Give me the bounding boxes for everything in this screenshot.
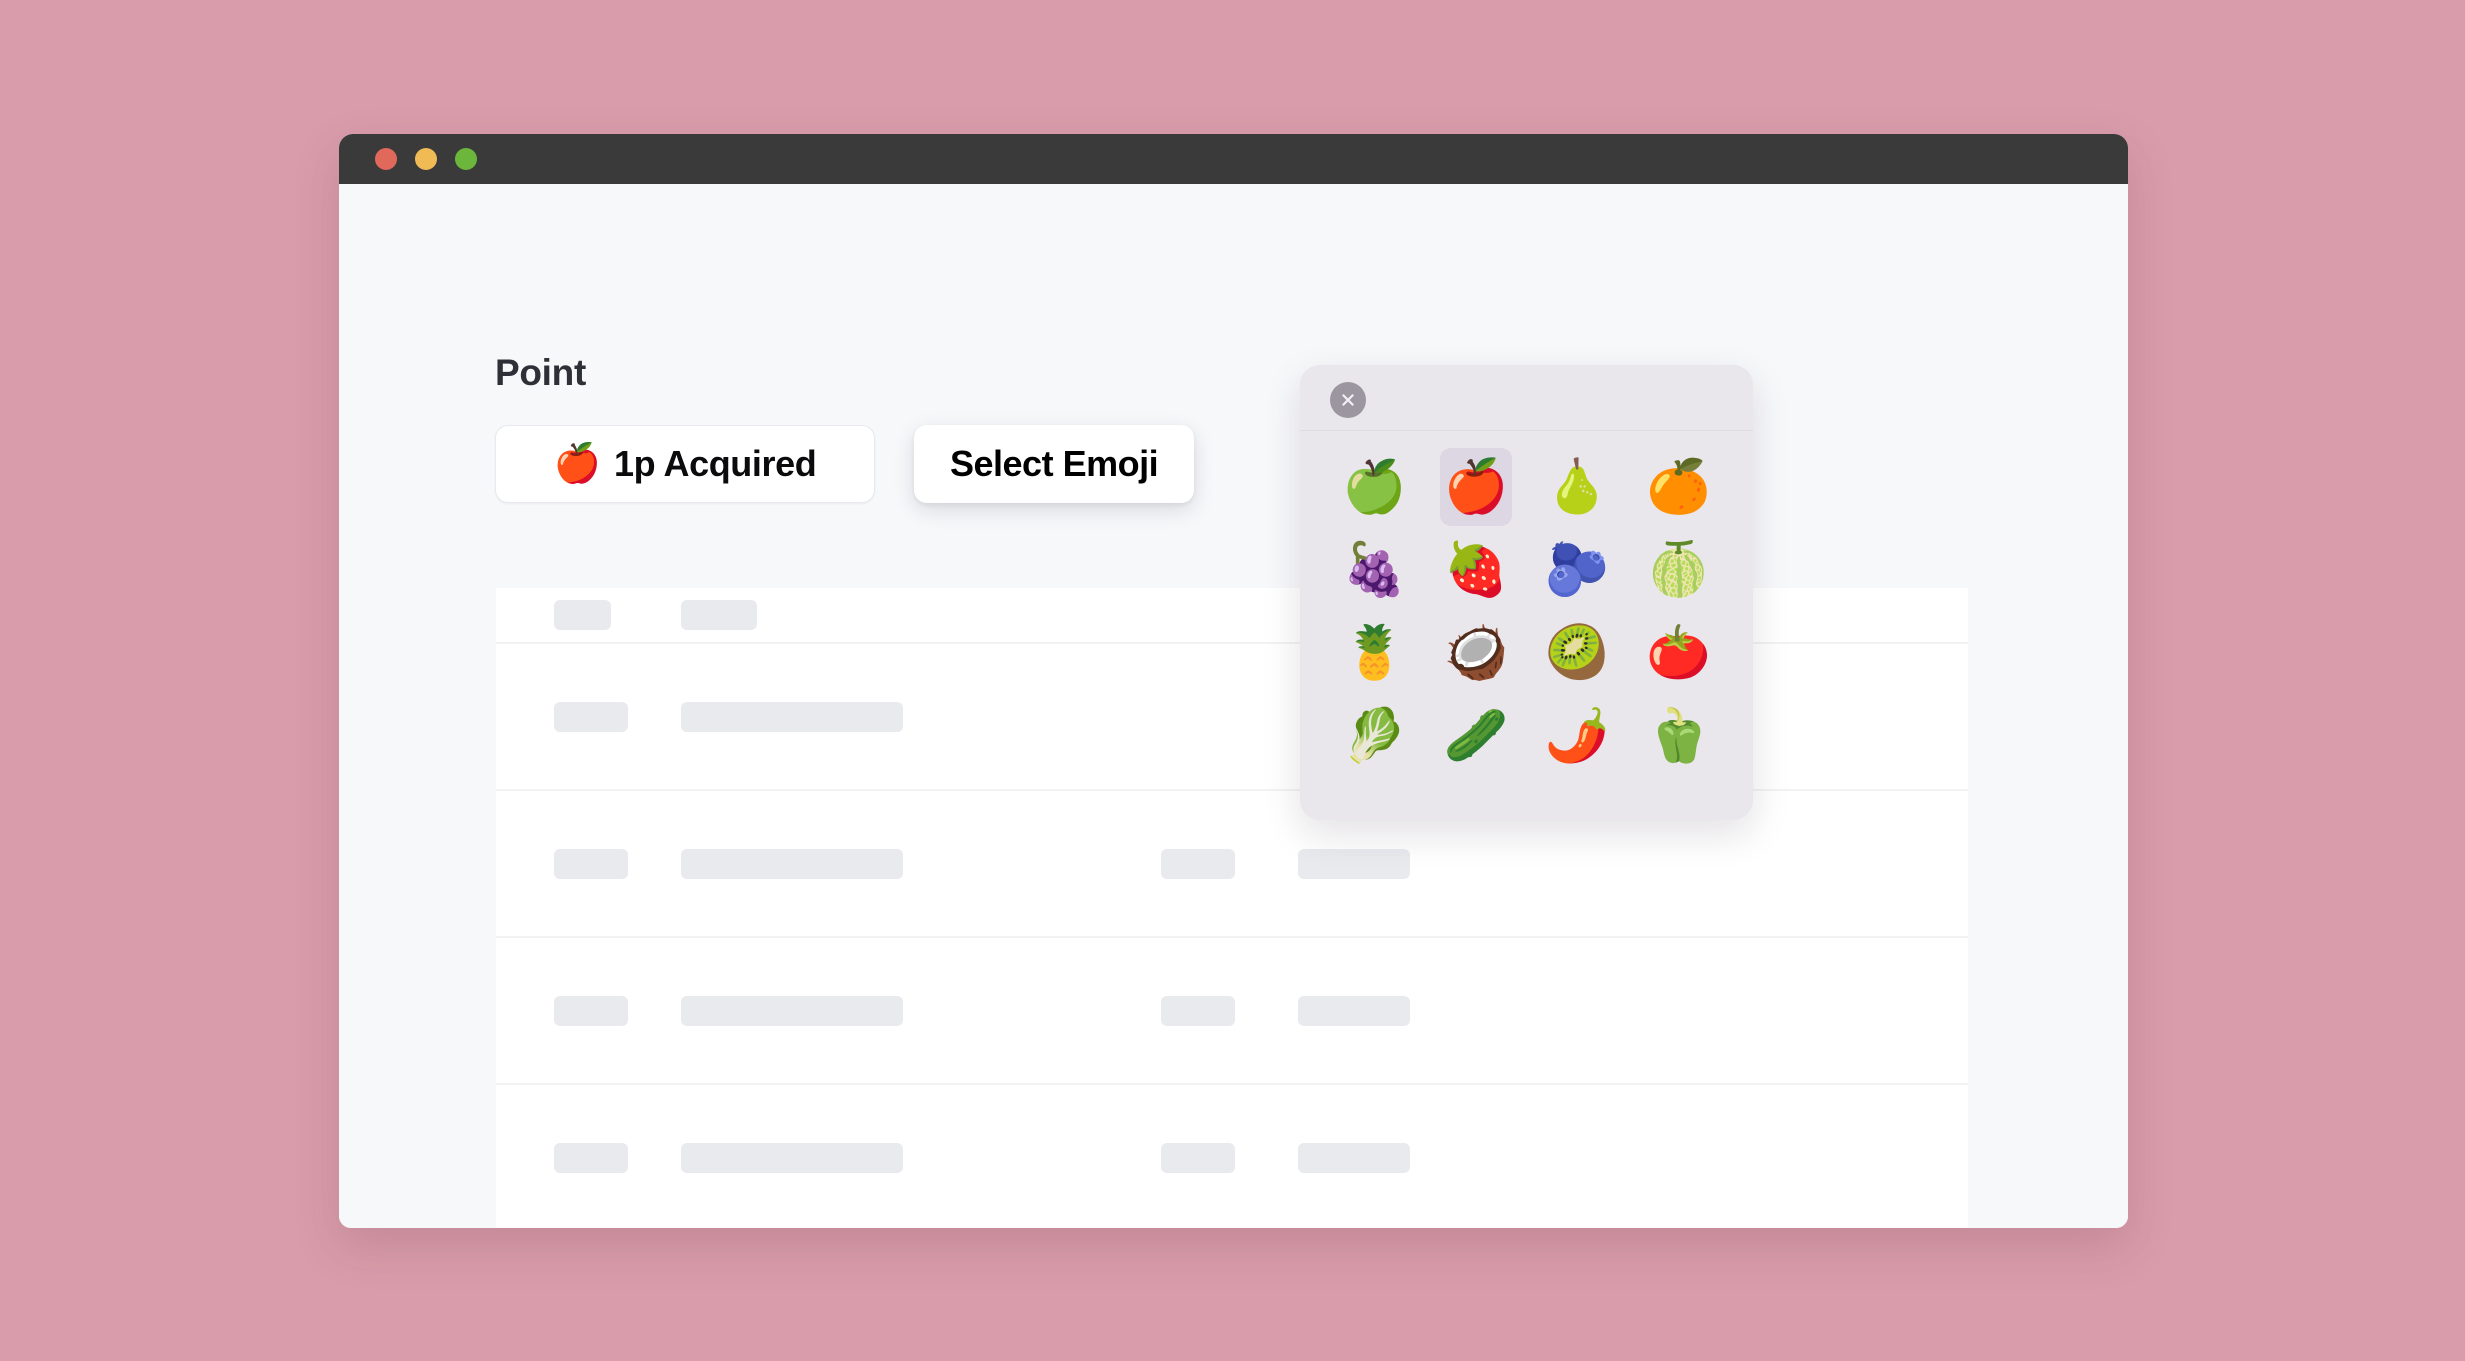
skeleton-placeholder — [681, 848, 903, 879]
table-cell — [496, 791, 681, 936]
skeleton-placeholder — [554, 701, 628, 732]
emoji-option-blueberries[interactable]: 🫐 — [1541, 531, 1613, 609]
table-cell — [681, 938, 1161, 1083]
table-cell — [681, 644, 1161, 789]
emoji-option-leafy-green[interactable]: 🥬 — [1339, 697, 1411, 775]
emoji-option-strawberry[interactable]: 🍓 — [1440, 531, 1512, 609]
point-acquired-button[interactable]: 🍎 1p Acquired — [495, 425, 875, 503]
emoji-option-tangerine[interactable]: 🍊 — [1642, 448, 1714, 526]
table-cell — [1298, 1085, 1558, 1228]
emoji-picker-header — [1300, 365, 1753, 431]
skeleton-placeholder — [681, 995, 903, 1026]
emoji-option-tomato[interactable]: 🍅 — [1642, 614, 1714, 692]
skeleton-placeholder — [554, 600, 611, 630]
table-row[interactable] — [496, 938, 1968, 1085]
red-apple-icon: 🍎 — [553, 443, 601, 485]
emoji-grid: 🍏 🍎 🍐 🍊 🍇 🍓 🫐 🍈 🍍 🥥 🥝 🍅 🥬 🥒 🌶️ 🫑 — [1300, 431, 1753, 797]
select-emoji-label: Select Emoji — [950, 443, 1159, 484]
table-cell — [681, 791, 1161, 936]
app-window: Point 🍎 1p Acquired Select Emoji 🍏 🍎 🍐 🍊… — [339, 134, 2128, 1228]
skeleton-placeholder — [681, 701, 903, 732]
emoji-option-pineapple[interactable]: 🍍 — [1339, 614, 1411, 692]
emoji-option-hot-pepper[interactable]: 🌶️ — [1541, 697, 1613, 775]
table-header-cell — [681, 588, 1161, 642]
action-row: 🍎 1p Acquired Select Emoji — [495, 425, 1195, 503]
emoji-picker-popover: 🍏 🍎 🍐 🍊 🍇 🍓 🫐 🍈 🍍 🥥 🥝 🍅 🥬 🥒 🌶️ 🫑 — [1300, 365, 1753, 820]
table-cell — [496, 644, 681, 789]
point-acquired-label: 1p Acquired — [614, 443, 817, 484]
close-icon[interactable] — [1330, 382, 1366, 418]
skeleton-placeholder — [1298, 1142, 1410, 1173]
table-header-cell — [1161, 588, 1298, 642]
emoji-option-green-apple[interactable]: 🍏 — [1339, 448, 1411, 526]
emoji-option-kiwi-fruit[interactable]: 🥝 — [1541, 614, 1613, 692]
skeleton-placeholder — [1161, 1142, 1235, 1173]
table-cell — [1161, 644, 1298, 789]
traffic-light-close-icon[interactable] — [375, 148, 397, 170]
emoji-option-red-apple[interactable]: 🍎 — [1439, 447, 1512, 526]
select-emoji-button[interactable]: Select Emoji — [914, 425, 1195, 503]
skeleton-placeholder — [1161, 995, 1235, 1026]
table-header-cell — [496, 588, 681, 642]
skeleton-placeholder — [554, 995, 628, 1026]
table-cell — [496, 1085, 681, 1228]
window-content: Point 🍎 1p Acquired Select Emoji 🍏 🍎 🍐 🍊… — [339, 184, 2128, 1228]
traffic-light-maximize-icon[interactable] — [455, 148, 477, 170]
emoji-option-coconut[interactable]: 🥥 — [1440, 614, 1512, 692]
page-title: Point — [495, 352, 586, 393]
table-row[interactable] — [496, 1085, 1968, 1228]
emoji-option-pear[interactable]: 🍐 — [1541, 448, 1613, 526]
emoji-option-melon[interactable]: 🍈 — [1642, 531, 1714, 609]
emoji-option-cucumber[interactable]: 🥒 — [1440, 697, 1512, 775]
table-cell — [496, 938, 681, 1083]
skeleton-placeholder — [1298, 995, 1410, 1026]
emoji-option-bell-pepper[interactable]: 🫑 — [1642, 697, 1714, 775]
table-cell — [1161, 938, 1298, 1083]
skeleton-placeholder — [554, 1142, 628, 1173]
skeleton-placeholder — [681, 600, 757, 630]
table-cell — [681, 1085, 1161, 1228]
skeleton-placeholder — [1161, 848, 1235, 879]
window-titlebar — [339, 134, 2128, 184]
table-cell — [1161, 1085, 1298, 1228]
skeleton-placeholder — [1298, 848, 1410, 879]
skeleton-placeholder — [681, 1142, 903, 1173]
table-cell — [1298, 938, 1558, 1083]
table-cell — [1161, 791, 1298, 936]
skeleton-placeholder — [554, 848, 628, 879]
traffic-light-minimize-icon[interactable] — [415, 148, 437, 170]
emoji-option-grapes[interactable]: 🍇 — [1339, 531, 1411, 609]
